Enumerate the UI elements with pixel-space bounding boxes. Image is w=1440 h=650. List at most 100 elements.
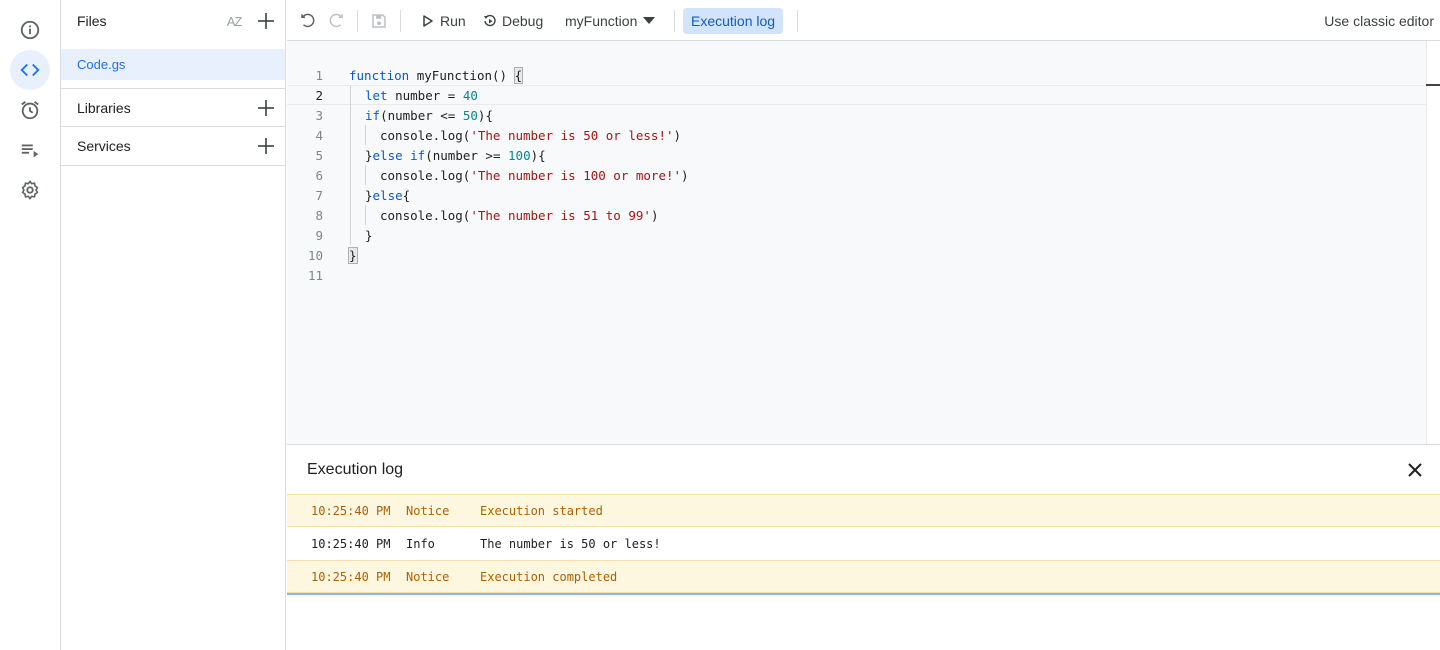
add-library-button[interactable] xyxy=(255,97,277,119)
token-text: { xyxy=(402,187,411,203)
services-section: Services xyxy=(61,127,286,166)
rail-settings-button[interactable] xyxy=(10,170,50,210)
token-text: ) xyxy=(650,207,659,223)
line-number: 4 xyxy=(315,127,323,143)
indent-guide xyxy=(350,86,351,106)
cursor-position-marker xyxy=(1426,84,1440,86)
indent-guide xyxy=(350,145,351,165)
close-execution-log-button[interactable] xyxy=(1404,459,1426,481)
token-string: 'The number is 100 or more!' xyxy=(470,167,682,183)
token-text: (number <= xyxy=(380,107,463,123)
use-classic-editor-button[interactable]: Use classic editor xyxy=(1324,8,1434,34)
code-area[interactable]: 1 function myFunction() { 2 let number =… xyxy=(287,65,1427,285)
indent-guide xyxy=(350,125,351,145)
log-message: Execution started xyxy=(480,503,603,518)
line-number: 8 xyxy=(315,207,323,223)
plus-icon xyxy=(258,13,274,29)
code-text: console.log('The number is 100 or more!'… xyxy=(380,168,689,183)
toolbar-divider xyxy=(797,10,798,32)
indent-guide xyxy=(350,165,351,185)
line-number: 1 xyxy=(315,67,323,83)
playlist-play-icon xyxy=(21,144,39,158)
save-icon xyxy=(372,14,386,28)
line-number: 9 xyxy=(315,227,323,243)
code-text: console.log('The number is 50 or less!') xyxy=(380,128,681,143)
log-end-divider xyxy=(287,593,1440,595)
add-service-button[interactable] xyxy=(255,135,277,157)
sort-az-icon: AZ xyxy=(226,13,243,29)
token-text: console.log( xyxy=(380,127,471,143)
sort-az-button[interactable]: AZ xyxy=(223,10,245,32)
code-line: 9 } xyxy=(287,225,1427,245)
token-text: } xyxy=(365,187,373,203)
save-button[interactable] xyxy=(368,10,390,32)
file-item-code-gs[interactable]: Code.gs xyxy=(61,49,285,80)
indent-guide xyxy=(365,165,366,185)
token-text: console.log( xyxy=(380,167,471,183)
indent-guide xyxy=(365,205,366,225)
line-number: 11 xyxy=(307,267,323,283)
plus-icon xyxy=(258,138,274,154)
log-time: 10:25:40 PM xyxy=(311,536,391,551)
token-keyword: else if xyxy=(372,147,426,163)
log-time: 10:25:40 PM xyxy=(311,503,391,518)
code-text: if(number <= 50){ xyxy=(365,108,493,123)
run-button[interactable]: Run xyxy=(421,8,466,34)
line-number: 2 xyxy=(315,87,323,103)
undo-button[interactable] xyxy=(297,10,319,32)
log-row: 10:25:40 PM Notice Execution completed xyxy=(287,560,1440,593)
files-header: Files AZ xyxy=(61,0,285,41)
indent-guide xyxy=(350,105,351,125)
debug-icon xyxy=(484,14,496,27)
log-time: 10:25:40 PM xyxy=(311,569,391,584)
files-panel: Files AZ Code.gs Libraries Services xyxy=(61,0,286,650)
indent-guide xyxy=(350,225,351,245)
token-brace-highlight: } xyxy=(348,246,358,264)
token-text: ) xyxy=(681,167,689,183)
classic-editor-label: Use classic editor xyxy=(1324,13,1434,29)
rail-executions-button[interactable] xyxy=(10,130,50,170)
code-line: 11 xyxy=(287,265,1427,285)
libraries-label: Libraries xyxy=(77,99,131,116)
line-number: 5 xyxy=(315,147,323,163)
rail-triggers-button[interactable] xyxy=(10,90,50,130)
add-file-button[interactable] xyxy=(255,10,277,32)
code-line: 5 }else if(number >= 100){ xyxy=(287,145,1427,165)
token-number: 50 xyxy=(462,107,478,123)
caret-down-icon xyxy=(643,17,656,24)
editor-scrollbar[interactable] xyxy=(1426,41,1440,444)
code-text: }else if(number >= 100){ xyxy=(365,148,546,163)
file-name: Code.gs xyxy=(77,57,126,72)
token-brace-highlight: { xyxy=(513,66,524,84)
gear-icon xyxy=(21,180,39,200)
token-keyword: function xyxy=(349,67,410,83)
code-text: let number = 40 xyxy=(365,88,478,103)
token-text: ) xyxy=(673,127,682,143)
rail-overview-button[interactable] xyxy=(10,10,50,50)
token-keyword: if xyxy=(365,107,381,123)
code-line: 10 } xyxy=(287,245,1427,265)
function-select[interactable]: myFunction xyxy=(565,8,656,34)
code-line: 6 console.log('The number is 100 or more… xyxy=(287,165,1427,185)
token-keyword: else xyxy=(372,187,403,203)
token-text: number = xyxy=(387,87,463,103)
function-select-value: myFunction xyxy=(565,13,638,29)
log-message: The number is 50 or less! xyxy=(480,536,661,551)
debug-button[interactable]: Debug xyxy=(483,8,543,34)
log-row: 10:25:40 PM Notice Execution started xyxy=(287,494,1440,527)
execution-log-toggle[interactable]: Execution log xyxy=(683,8,784,34)
code-editor[interactable]: 1 function myFunction() { 2 let number =… xyxy=(287,41,1440,444)
line-number: 6 xyxy=(315,167,323,183)
left-nav-rail xyxy=(0,0,61,650)
code-line: 7 }else{ xyxy=(287,185,1427,205)
info-icon xyxy=(20,20,40,40)
token-string: 'The number is 51 to 99' xyxy=(470,207,651,223)
apps-script-editor: Files AZ Code.gs Libraries Services Run … xyxy=(0,0,1440,650)
token-text: myFunction() xyxy=(409,67,515,83)
redo-button[interactable] xyxy=(325,10,347,32)
log-level: Notice xyxy=(406,569,450,584)
token-number: 100 xyxy=(508,147,531,163)
code-line: 4 console.log('The number is 50 or less!… xyxy=(287,125,1427,145)
rail-editor-button[interactable] xyxy=(10,50,50,90)
token-text: (number >= xyxy=(425,147,509,163)
